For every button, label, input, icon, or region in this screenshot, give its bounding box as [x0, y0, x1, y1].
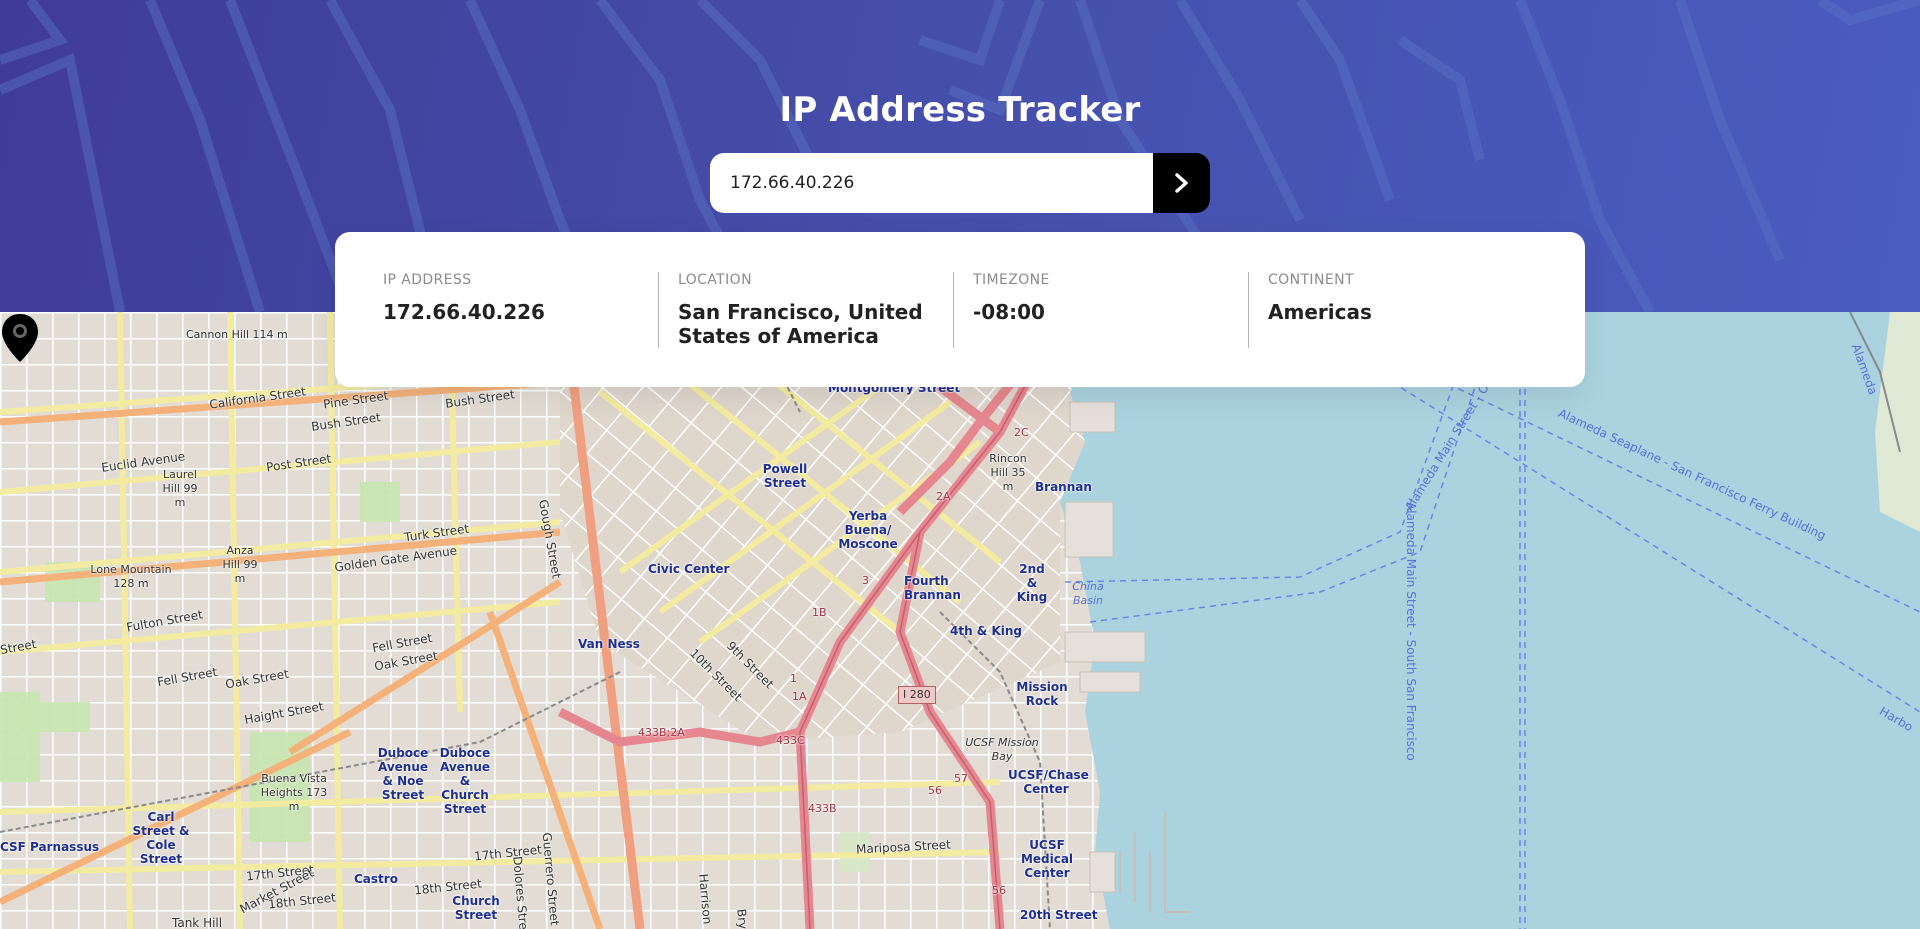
ip-search-input[interactable] [710, 153, 1153, 213]
map-label-2a: 2A [936, 490, 951, 503]
map-label-1: 1 [790, 672, 797, 685]
map-label-carl-cole: Carl Street & Cole Street [132, 810, 190, 866]
map-label-rincon-hill: Rincon Hill 35 m [989, 452, 1027, 493]
map-label-second-king: 2nd & King [1016, 562, 1048, 604]
map-label-cannon-hill: Cannon Hill 114 m [186, 328, 288, 341]
map-label-fourth-king: 4th & King [950, 624, 1022, 638]
map-label-ucsf-chase: UCSF/Chase Center [1008, 768, 1089, 796]
timezone-label: TIMEZONE [973, 272, 1050, 288]
location-pin-icon[interactable] [0, 312, 40, 364]
map-label-castro: Castro [354, 872, 398, 886]
search-submit-button[interactable] [1153, 153, 1210, 213]
map-label-lone-mountain: Lone Mountain 128 m [90, 563, 172, 590]
map-label-twentieth-st: 20th Street [1020, 908, 1098, 922]
ip-address-item: IP ADDRESS 172.66.40.226 [383, 272, 633, 348]
timezone-value: -08:00 [973, 300, 1045, 324]
map-label-anza-hill: Anza Hill 99 m [222, 544, 258, 585]
ip-info-card: IP ADDRESS 172.66.40.226 LOCATION San Fr… [335, 232, 1585, 387]
page-title: IP Address Tracker [779, 90, 1141, 130]
map-label-powell: Powell Street [762, 462, 808, 490]
location-item: LOCATION San Francisco, United States of… [658, 272, 953, 348]
map-label-2c: 2C [1014, 426, 1029, 439]
map-label-duboce-church: Duboce Avenue & Church Street [439, 746, 491, 816]
map-label-laurel-hill: Laurel Hill 99 m [162, 468, 198, 509]
continent-label: CONTINENT [1268, 272, 1354, 288]
continent-value: Americas [1268, 300, 1372, 324]
map-label-buena-vista: Buena Vista Heights 173 m [260, 772, 328, 813]
map-label-duboce-noe: Duboce Avenue & Noe Street [377, 746, 429, 802]
timezone-item: TIMEZONE -08:00 [953, 272, 1248, 348]
location-value: San Francisco, United States of America [678, 300, 923, 348]
map-tiles [0, 312, 1920, 929]
map-label-civic-center: Civic Center [648, 562, 730, 576]
map-label-56: 56 [928, 784, 942, 797]
map-label-brannan: Brannan [1035, 480, 1092, 494]
chevron-right-icon [1174, 173, 1188, 193]
map-label-mission-rock: Mission Rock [1016, 680, 1068, 708]
map-label-tank-hill: Tank Hill [172, 916, 223, 929]
map-label-433c: 433C [776, 734, 805, 747]
map-view[interactable]: Cannon Hill 114 m California Street Pine… [0, 312, 1920, 929]
map-label-alameda-main: Alameda Main Street - South San Francisc… [1404, 502, 1418, 761]
map-label-fourth-brannan: Fourth Brannan [904, 574, 961, 602]
map-label-yerba-buena: Yerba Buena/ Moscone [838, 509, 898, 551]
continent-item: CONTINENT Americas [1248, 272, 1543, 348]
map-label-i280: I 280 [898, 686, 936, 704]
location-label: LOCATION [678, 272, 752, 288]
ip-address-label: IP ADDRESS [383, 272, 472, 288]
ip-address-value: 172.66.40.226 [383, 300, 545, 324]
search-form [710, 153, 1210, 213]
map-label-ucsf-mission-bay: UCSF Mission Bay [965, 736, 1039, 763]
map-label-bry: Bry [734, 908, 750, 929]
map-label-van-ness: Van Ness [578, 637, 640, 651]
map-label-ucsf-parnassus: CSF Parnassus [0, 840, 100, 854]
map-label-ucsf-medical: UCSF Medical Center [1020, 838, 1074, 880]
map-label-1a: 1A [792, 690, 807, 703]
map-label-church-street: Church Street [452, 894, 500, 922]
map-label-56b: 56 [992, 884, 1006, 897]
map-label-china-basin: China Basin [1072, 580, 1104, 607]
map-label-3: 3 [862, 574, 869, 587]
map-label-1b: 1B [812, 606, 827, 619]
map-label-57: 57 [954, 772, 968, 785]
map-label-433b2a: 433B;2A [638, 726, 685, 739]
map-label-433b: 433B [808, 802, 837, 815]
